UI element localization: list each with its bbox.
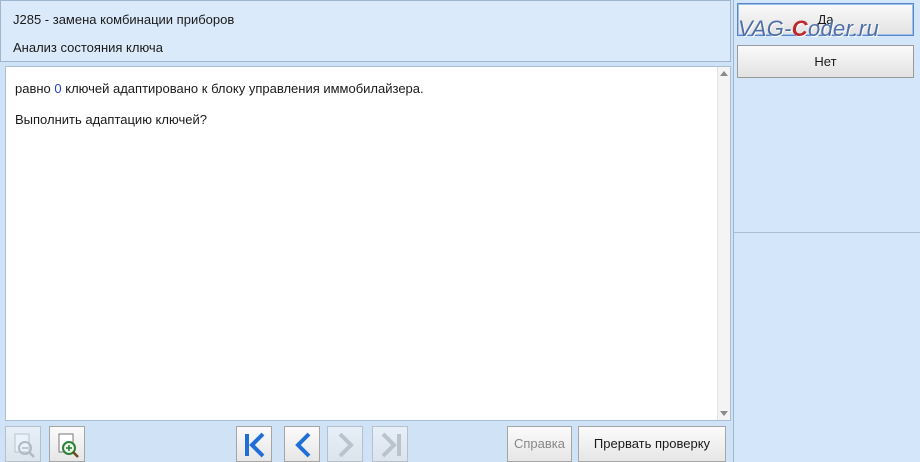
status-suffix: ключей адаптировано к блоку управления и…	[61, 81, 424, 96]
bottom-toolbar: Справка Прервать проверку	[0, 423, 733, 462]
help-button[interactable]: Справка	[507, 426, 572, 462]
message-panel: равно 0 ключей адаптировано к блоку упра…	[5, 66, 731, 421]
next-button[interactable]	[327, 426, 363, 462]
zoom-out-button[interactable]	[5, 426, 41, 462]
first-page-icon	[245, 432, 265, 458]
panel-divider	[734, 232, 920, 233]
abort-test-button[interactable]: Прервать проверку	[578, 426, 726, 462]
status-message: равно 0 ключей адаптировано к блоку упра…	[15, 81, 424, 96]
scroll-down-icon[interactable]	[720, 411, 728, 416]
status-prefix: равно	[15, 81, 55, 96]
answer-panel: Да Нет	[733, 0, 920, 462]
vertical-scrollbar[interactable]	[717, 67, 730, 420]
watermark-highlight: C	[791, 16, 808, 41]
previous-icon	[295, 432, 311, 458]
key-count: 0	[54, 81, 62, 96]
zoom-in-icon	[58, 433, 79, 458]
zoom-in-button[interactable]	[49, 426, 85, 462]
procedure-title: J285 - замена комбинации приборов	[13, 12, 235, 27]
scroll-up-icon[interactable]	[720, 71, 728, 76]
watermark: VAG-Coder.ru	[738, 16, 879, 42]
last-page-icon	[381, 432, 401, 458]
last-page-button[interactable]	[372, 426, 408, 462]
watermark-prefix: VAG-	[738, 16, 792, 41]
watermark-suffix: oder.ru	[807, 16, 879, 41]
question-text: Выполнить адаптацию ключей?	[15, 112, 207, 127]
header: J285 - замена комбинации приборов Анализ…	[0, 0, 731, 62]
no-button[interactable]: Нет	[737, 45, 914, 78]
step-title: Анализ состояния ключа	[13, 40, 163, 55]
zoom-out-icon	[14, 433, 35, 458]
first-page-button[interactable]	[236, 426, 272, 462]
previous-button[interactable]	[284, 426, 320, 462]
next-icon	[338, 432, 354, 458]
